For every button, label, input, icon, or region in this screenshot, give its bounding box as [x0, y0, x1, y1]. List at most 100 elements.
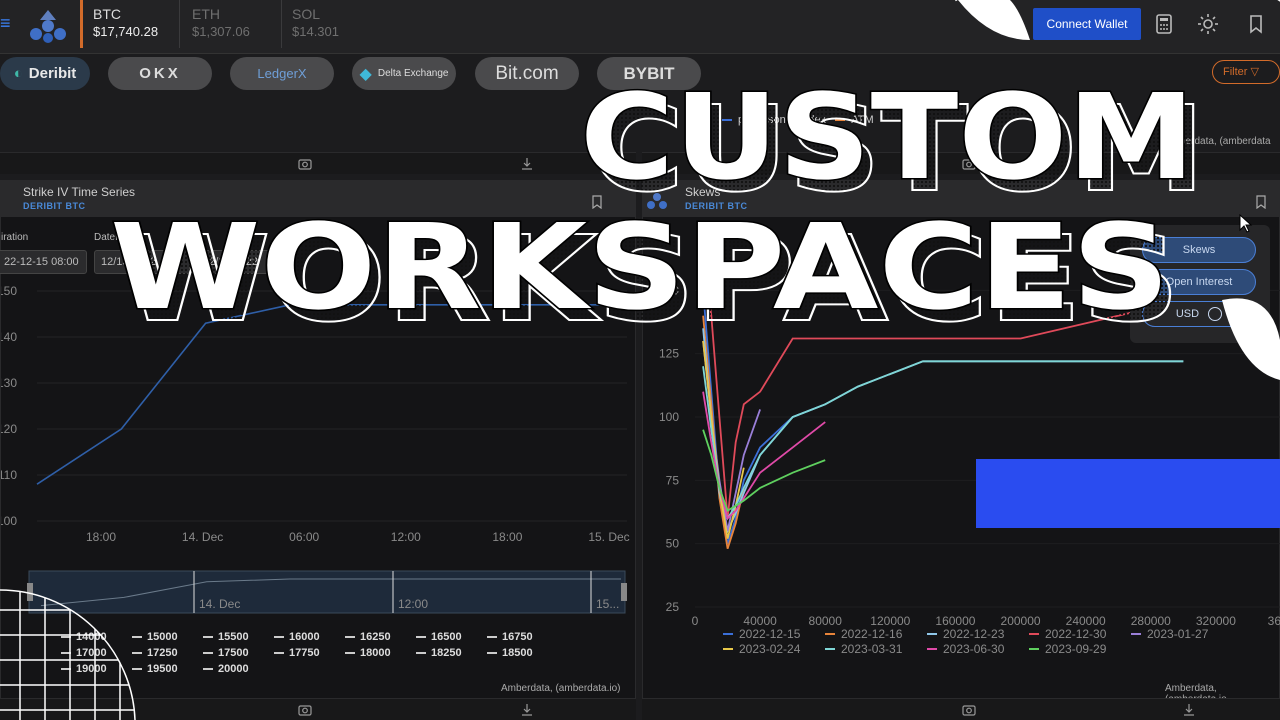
filter-icon: ▽ [1250, 66, 1259, 78]
legend-label: 2023-09-29 [1045, 642, 1107, 656]
x-tick-label: 40000 [743, 614, 777, 628]
bookmark-icon[interactable] [1244, 12, 1268, 36]
exchange-row: ◐ Deribit OKX LedgerX ◆ Delta Exchange B… [0, 56, 1280, 92]
navigator-handle [27, 583, 33, 601]
legend-label: 2022-12-16 [841, 627, 903, 641]
app-logo-small [647, 193, 667, 209]
toggle-icon [1208, 307, 1223, 322]
usd-label: USD [1175, 308, 1200, 320]
strike-iv-chart[interactable]: 150 140 130 120 110 100 18:00 14. Dec 06:00 12:00… [1, 271, 637, 651]
ticker-price: $14.301 [292, 24, 339, 39]
filter-label: Filter [1223, 66, 1248, 78]
ticker-symbol: SOL [292, 6, 321, 22]
ticker-sol[interactable]: SOL $14.301 [282, 0, 382, 48]
exchange-label: LedgerX [257, 66, 307, 81]
legend-item[interactable]: 16250 [345, 631, 391, 643]
download-icon[interactable] [520, 703, 534, 717]
calculator-icon[interactable] [1152, 12, 1176, 36]
legend-item[interactable]: 16000 [274, 631, 320, 643]
ticker-price: $17,740.28 [93, 24, 159, 39]
legend-label: 2023-06-30 [943, 642, 1005, 656]
deribit-icon: ◐ [13, 65, 23, 82]
open-interest-option[interactable]: Open Interest [1142, 269, 1256, 295]
legend-label: 2023-03-31 [841, 642, 903, 656]
legend-item[interactable]: 15500 [203, 631, 249, 643]
legend-item[interactable]: 19500 [132, 663, 178, 675]
y-tick-label: 150 [1, 284, 17, 298]
exchange-ledgerx[interactable]: LedgerX [230, 57, 334, 90]
connect-wallet-button[interactable]: Connect Wallet [1033, 8, 1141, 40]
ticker-symbol: BTC [93, 6, 121, 22]
panel-title: Strike IV Time Series [23, 185, 136, 199]
camera-icon[interactable] [962, 157, 976, 171]
y-tick-label: 125 [659, 347, 679, 361]
legend-item[interactable]: 20000 [203, 663, 249, 675]
menu-icon[interactable]: ≡ [0, 14, 11, 32]
legend-label: 2022-12-15 [739, 627, 801, 641]
x-tick-label: 240000 [1066, 614, 1106, 628]
legend-item[interactable]: 17750 [274, 647, 320, 659]
x-tick-label: 80000 [809, 614, 843, 628]
x-tick-label: 3600 [1268, 614, 1280, 628]
download-icon[interactable] [520, 157, 534, 171]
exchange-delta[interactable]: ◆ Delta Exchange [352, 57, 456, 90]
exchange-label: OKX [139, 65, 181, 82]
download-icon[interactable] [1182, 703, 1196, 717]
exchange-deribit[interactable]: ◐ Deribit [0, 57, 90, 90]
bookmark-icon[interactable] [1255, 195, 1267, 209]
x-tick-label: 12:00 [391, 530, 421, 544]
camera-icon[interactable] [298, 157, 312, 171]
legend-item[interactable]: 17000 [61, 647, 107, 659]
panel-subtitle: DERIBIT BTC [23, 201, 86, 211]
usd-option[interactable]: USD [1142, 301, 1256, 327]
ticker-price: $1,307.06 [192, 24, 250, 39]
legend-item[interactable]: 16500 [416, 631, 462, 643]
x-tick-label: 320000 [1196, 614, 1236, 628]
legend-item[interactable]: 18500 [487, 647, 533, 659]
y-tick-label: 120 [1, 422, 17, 436]
legend-label: 2022-12-30 [1045, 627, 1107, 641]
y-tick-label: 110 [1, 468, 17, 482]
x-tick-label: 14. Dec [182, 530, 223, 544]
exchange-bitcom[interactable]: Bit.com [475, 57, 579, 90]
y-tick-label: 130 [1, 376, 17, 390]
x-tick-label: 18:00 [492, 530, 522, 544]
ticker-btc[interactable]: BTC $17,740.28 [80, 0, 180, 48]
x-tick-label: 06:00 [289, 530, 319, 544]
y-tick-label: 25 [666, 600, 680, 614]
legend-label: 2022-12-23 [943, 627, 1005, 641]
panel-subtitle: DERIBIT BTC [685, 201, 748, 211]
camera-icon[interactable] [962, 703, 976, 717]
legend-item[interactable]: 16750 [487, 631, 533, 643]
camera-icon[interactable] [298, 703, 312, 717]
expiration-label: iration [1, 232, 29, 243]
ticker-eth[interactable]: ETH $1,307.06 [182, 0, 282, 48]
app-logo[interactable] [22, 6, 74, 44]
exchange-bybit[interactable]: BYBIT [597, 57, 701, 90]
exchange-label: Bit.com [495, 62, 559, 84]
legend-item[interactable]: 17500 [203, 647, 249, 659]
legend-item[interactable]: 15000 [132, 631, 178, 643]
legend-item[interactable]: 18250 [416, 647, 462, 659]
bookmark-icon[interactable] [591, 195, 603, 209]
top-legend: parkinsonRvIndex ATM [722, 114, 874, 126]
delta-icon: ◆ [359, 65, 372, 83]
exchange-okx[interactable]: OKX [108, 57, 212, 90]
legend-item[interactable]: 19000 [61, 663, 107, 675]
navigator-tick-label: 12:00 [398, 597, 428, 611]
legend-item[interactable]: 17250 [132, 647, 178, 659]
y-tick-label: 50 [666, 537, 680, 551]
legend-item[interactable]: 18000 [345, 647, 391, 659]
navigator [28, 570, 626, 614]
legend-label: ATM [851, 114, 874, 126]
skews-option[interactable]: Skews [1142, 237, 1256, 263]
chart-type-selector: Skews Open Interest USD [1130, 225, 1270, 343]
filter-button[interactable]: Filter ▽ [1212, 60, 1280, 84]
navigator-tick-label: 15... [596, 597, 619, 611]
sun-icon[interactable] [1196, 12, 1220, 36]
panel-toolbar [0, 152, 636, 174]
legend-item[interactable]: 14000 [61, 631, 107, 643]
panel-toolbar [0, 698, 636, 720]
y-tick-label: 100 [659, 410, 679, 424]
exchange-label: Delta Exchange [377, 68, 449, 79]
